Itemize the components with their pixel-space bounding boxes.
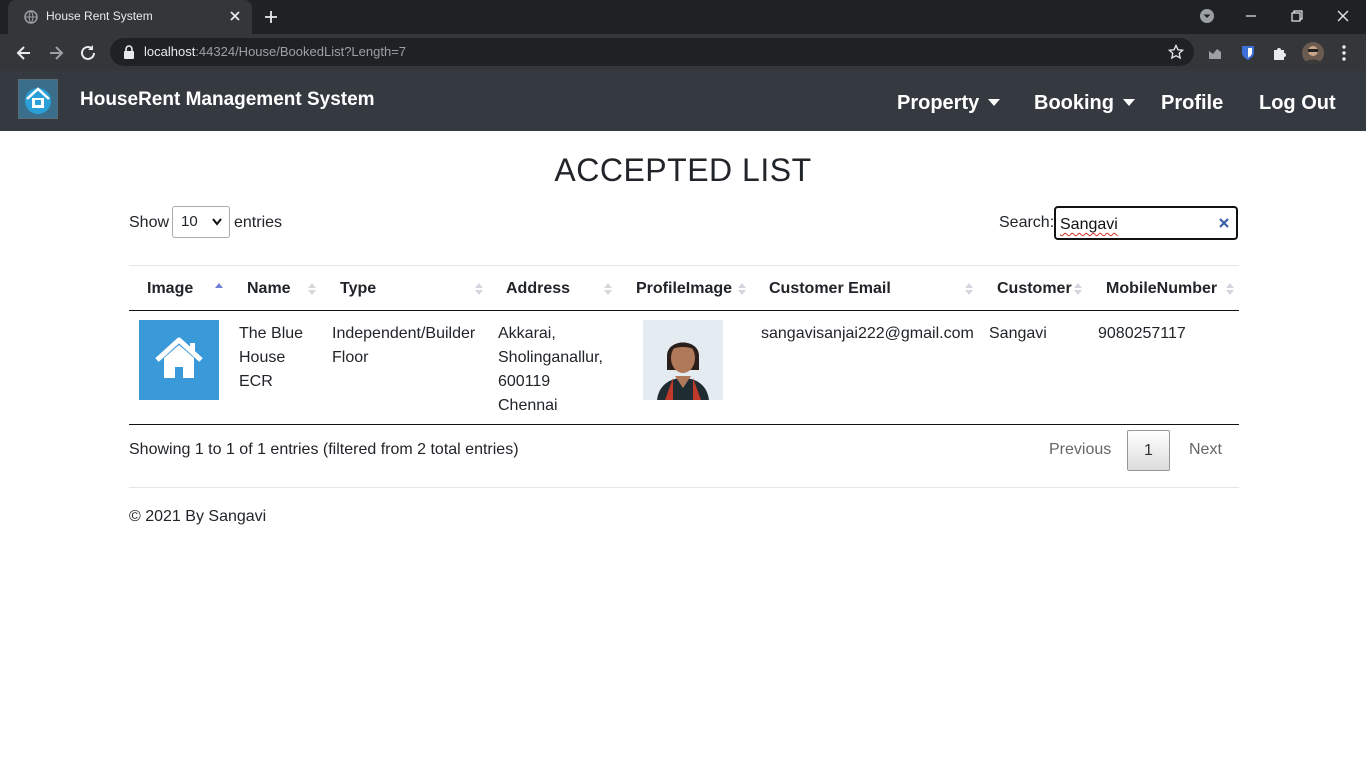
footer-copyright: © 2021 By Sangavi [129,508,267,525]
column-header-customer-email[interactable]: Customer Email [769,280,891,298]
tab-title: House Rent System [46,9,153,23]
column-header-type[interactable]: Type [340,280,376,298]
show-label: Show [129,214,170,231]
search-value: Sangavi [1060,216,1118,233]
search-label: Search: [999,214,1055,231]
cell-customer-email: sangavisanjai222@gmail.com [761,325,974,342]
sort-both-icon [738,283,746,295]
restore-icon[interactable] [1288,7,1306,25]
minimize-icon[interactable] [1242,7,1260,25]
sort-both-icon [1074,283,1082,295]
footer-divider [129,487,1239,488]
tab-search-icon[interactable] [1198,7,1216,25]
url-text: localhost:44324/House/BookedList?Length=… [144,44,407,59]
forward-icon[interactable] [46,43,66,63]
column-header-address[interactable]: Address [506,280,570,298]
property-image[interactable] [139,320,219,400]
cell-mobile: 9080257117 [1098,325,1186,342]
profile-avatar-icon[interactable] [1302,42,1324,64]
pagination-next[interactable]: Next [1189,441,1222,459]
page-title: ACCEPTED LIST [554,152,812,188]
dropdown-caret-icon [988,99,1001,106]
browser-toolbar: localhost:44324/House/BookedList?Length=… [0,34,1366,71]
globe-icon [24,10,38,24]
bookmark-star-icon[interactable] [1168,44,1184,60]
browser-tab-strip: House Rent System [0,0,1366,34]
cell-type: Independent/Builder Floor [332,325,476,366]
reload-icon[interactable] [78,43,98,63]
address-bar[interactable]: localhost:44324/House/BookedList?Length=… [110,38,1194,66]
table-info: Showing 1 to 1 of 1 entries (filtered fr… [129,441,519,458]
new-tab-icon[interactable] [262,8,280,26]
column-header-customer[interactable]: Customer [997,280,1072,298]
browser-tab[interactable]: House Rent System [8,0,252,34]
app-navbar: HouseRent Management System Property Boo… [0,71,1366,131]
cell-address: Akkarai, Sholinganallur, 600119 Chennai [498,325,603,414]
nav-profile[interactable]: Profile [1161,92,1223,115]
bitwarden-shield-icon[interactable] [1238,43,1258,63]
chevron-down-icon [212,218,222,226]
brand-title[interactable]: HouseRent Management System [80,89,375,111]
back-icon[interactable] [14,43,34,63]
nav-booking[interactable]: Booking [1034,92,1135,115]
sort-both-icon [308,283,316,295]
extensions-puzzle-icon[interactable] [1270,43,1290,63]
sort-both-icon [475,283,483,295]
nav-property[interactable]: Property [897,92,1001,115]
lock-icon [124,45,134,59]
table-header-border [129,310,1239,311]
clear-search-icon[interactable] [1218,217,1230,229]
pagination-page-current[interactable]: 1 [1127,430,1170,471]
close-window-icon[interactable] [1334,7,1352,25]
cell-name: The Blue House ECR [239,325,304,390]
customer-profile-image[interactable] [643,320,723,400]
house-logo-icon [25,87,51,114]
nav-logout[interactable]: Log Out [1259,92,1336,115]
sort-both-icon [1226,283,1234,295]
search-input[interactable]: Sangavi [1054,206,1238,240]
column-header-name[interactable]: Name [247,280,291,298]
sort-both-icon [604,283,612,295]
sort-both-icon [965,283,973,295]
table-top-border [129,265,1239,266]
dropdown-caret-icon [1123,99,1135,106]
cell-customer: Sangavi [989,325,1047,342]
house-icon [155,337,203,378]
column-header-profileimage[interactable]: ProfileImage [636,280,732,298]
close-tab-icon[interactable] [226,7,244,25]
sort-ascending-icon [215,283,223,288]
entries-label: entries [234,214,283,231]
entries-length-select[interactable]: 10 [172,206,230,238]
pagination-previous[interactable]: Previous [1049,441,1111,459]
column-header-mobilenumber[interactable]: MobileNumber [1106,280,1217,298]
analytics-extension-icon[interactable] [1206,43,1226,63]
column-header-image[interactable]: Image [147,280,193,298]
table-bottom-border [129,424,1239,425]
menu-kebab-icon[interactable] [1334,43,1354,63]
profile-photo-icon [643,320,723,400]
brand-logo[interactable] [18,79,58,119]
